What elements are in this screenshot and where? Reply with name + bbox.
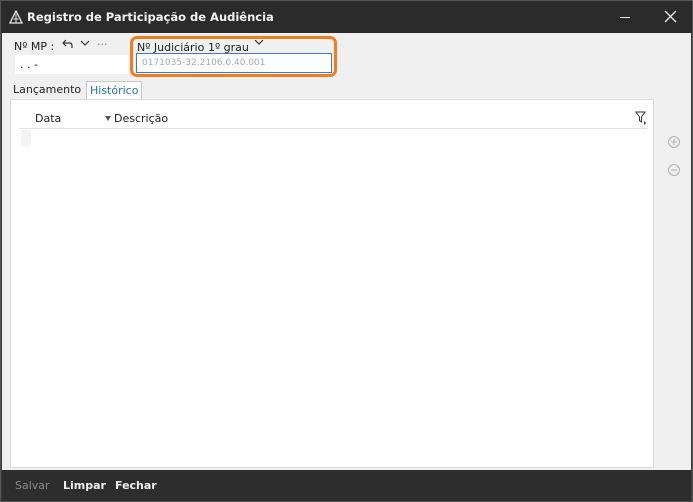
tab-lancamento[interactable]: Lançamento xyxy=(10,81,84,99)
column-header-data[interactable]: Data xyxy=(35,112,61,125)
column-header-descricao-label: Descrição xyxy=(114,112,169,125)
close-button[interactable]: Fechar xyxy=(115,479,157,492)
mp-label: Nº MP : xyxy=(14,40,55,53)
footer-bar: Salvar Limpar Fechar xyxy=(2,470,691,501)
chevron-down-icon[interactable] xyxy=(254,39,264,47)
history-panel: Data Descrição xyxy=(10,99,654,468)
sort-desc-icon xyxy=(105,116,111,121)
minimize-icon xyxy=(620,17,630,18)
column-header-descricao[interactable]: Descrição xyxy=(105,112,168,125)
close-icon xyxy=(664,10,677,23)
save-button[interactable]: Salvar xyxy=(15,479,50,492)
close-window-button[interactable] xyxy=(646,1,692,33)
minimize-button[interactable] xyxy=(601,1,647,33)
add-circle-icon[interactable] xyxy=(667,135,681,149)
tab-historico[interactable]: Histórico xyxy=(86,81,143,99)
window-title: Registro de Participação de Audiência xyxy=(27,10,274,24)
mp-number-field[interactable]: . . - xyxy=(14,54,129,75)
chevron-down-icon[interactable] xyxy=(80,40,90,48)
clear-button[interactable]: Limpar xyxy=(63,479,106,492)
remove-circle-icon[interactable] xyxy=(667,163,681,177)
dialog-content: Nº MP : ··· . . - Nº Judiciário 1º grau … xyxy=(2,33,691,470)
grid-header: Data Descrição xyxy=(19,109,647,129)
table-row[interactable] xyxy=(21,130,31,146)
app-logo-icon xyxy=(9,10,23,24)
dialog-window: Registro de Participação de Audiência Nº… xyxy=(0,0,693,502)
judicial-number-value: 0171035-32.2106.0.40.001 xyxy=(142,58,266,68)
judicial-number-field[interactable]: 0171035-32.2106.0.40.001 xyxy=(136,53,332,73)
undo-icon[interactable] xyxy=(61,38,73,50)
more-options-button[interactable]: ··· xyxy=(97,38,108,51)
filter-icon[interactable] xyxy=(635,111,647,125)
title-bar: Registro de Participação de Audiência xyxy=(1,1,692,33)
